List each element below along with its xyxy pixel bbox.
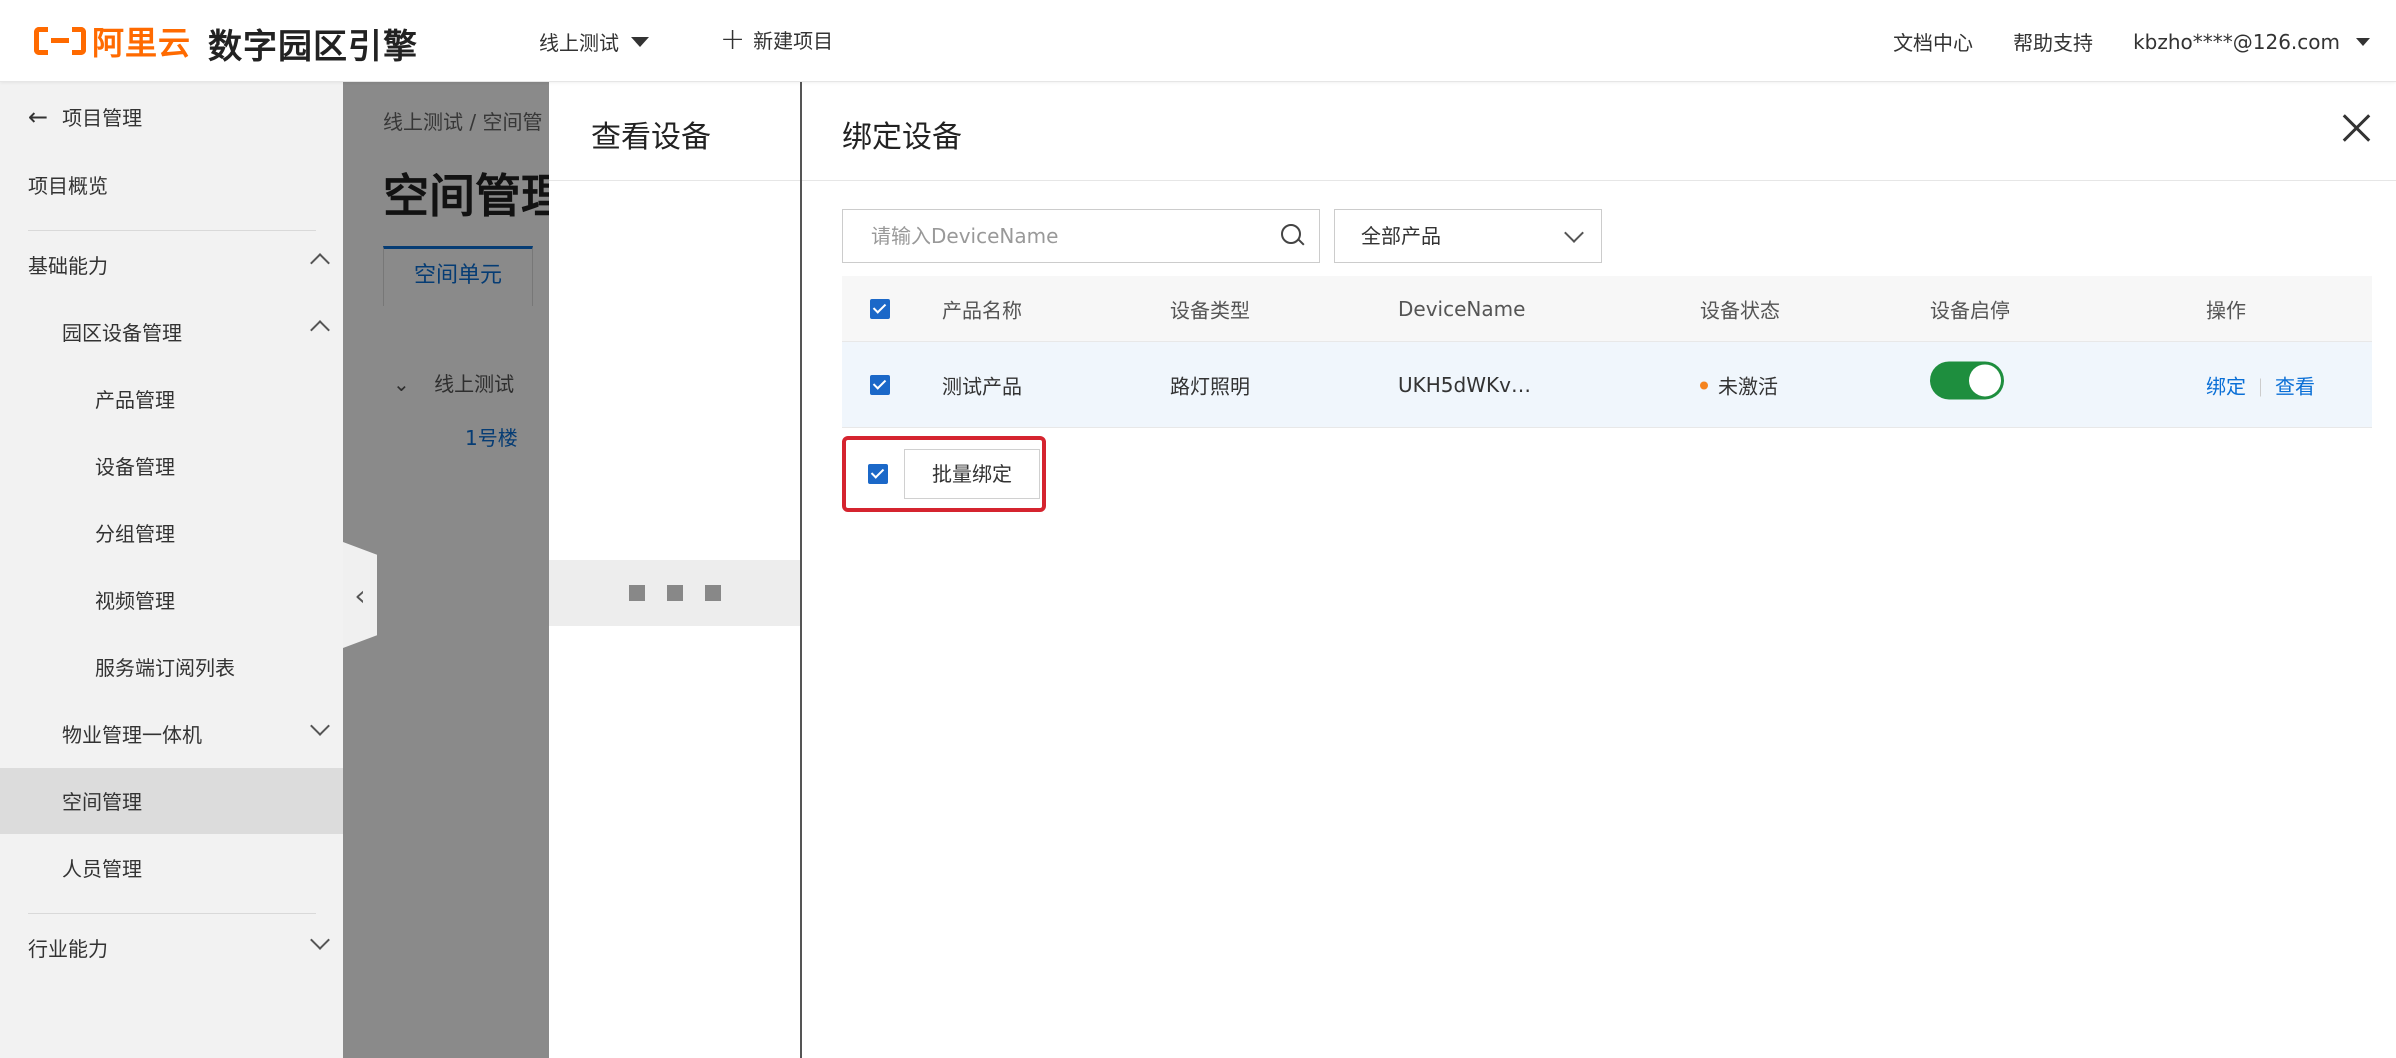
status-dot-icon	[1700, 381, 1708, 390]
product-filter-value: 全部产品	[1361, 224, 1441, 248]
status-label: 未激活	[1718, 374, 1778, 398]
device-enable-toggle[interactable]	[1930, 360, 2004, 399]
search-icon[interactable]	[1281, 224, 1305, 248]
sidebar-item-overview[interactable]: 项目概览	[28, 170, 108, 199]
sidebar-divider	[28, 913, 316, 914]
column-header: 操作	[2206, 298, 2246, 322]
aliyun-logo[interactable]: 阿里云	[34, 22, 191, 62]
back-to-projects[interactable]: ← 项目管理	[28, 102, 142, 131]
view-link[interactable]: 查看	[2275, 374, 2315, 398]
column-header: 设备类型	[1170, 298, 1250, 322]
plus-icon: +	[720, 21, 746, 57]
product-filter-select[interactable]: 全部产品	[1334, 209, 1602, 263]
sidebar-divider	[28, 230, 316, 231]
chevron-down-icon	[310, 930, 330, 950]
device-status-cell: 未激活	[1700, 370, 1778, 399]
caret-down-icon[interactable]	[2356, 37, 2370, 46]
sidebar-group-label: 物业管理一体机	[62, 723, 202, 747]
arrow-left-icon: ←	[28, 102, 49, 131]
bind-link[interactable]: 绑定	[2206, 374, 2246, 398]
chevron-up-icon	[310, 320, 330, 340]
user-account-menu[interactable]: kbzho****@126.com	[2133, 30, 2340, 54]
table-header: 产品名称 设备类型 DeviceName 设备状态 设备启停 操作	[842, 276, 2372, 342]
new-project-button[interactable]: + 新建项目	[720, 21, 834, 57]
sidebar-item-group[interactable]: 分组管理	[95, 518, 175, 547]
sidebar: ← 项目管理 项目概览 基础能力 园区设备管理 产品管理 设备管理 分组管理 视…	[0, 82, 343, 1058]
drawer-title: 查看设备	[591, 120, 711, 155]
batch-bind-button[interactable]: 批量绑定	[904, 449, 1040, 499]
column-header: 设备启停	[1930, 298, 2010, 322]
sidebar-group-label: 行业能力	[28, 937, 108, 961]
divider	[549, 180, 800, 181]
column-header: DeviceName	[1398, 296, 1526, 321]
view-devices-drawer: 查看设备	[549, 82, 800, 1058]
logo-text: 阿里云	[92, 24, 192, 62]
batch-select-checkbox[interactable]	[868, 464, 888, 484]
chevron-left-icon: ‹	[354, 578, 366, 612]
column-header: 产品名称	[942, 298, 1022, 322]
action-separator	[2260, 378, 2261, 397]
environment-select[interactable]: 线上测试	[539, 27, 649, 56]
sidebar-collapse-handle[interactable]: ‹	[343, 542, 377, 648]
sidebar-item-people[interactable]: 人员管理	[62, 853, 142, 882]
product-name-cell: 测试产品	[942, 374, 1022, 398]
device-type-cell: 路灯照明	[1170, 374, 1250, 398]
device-name-cell: UKH5dWKv…	[1398, 372, 1531, 397]
back-label: 项目管理	[62, 106, 143, 130]
column-header: 设备状态	[1700, 298, 1780, 322]
sidebar-group-label: 园区设备管理	[62, 321, 182, 345]
sidebar-item-space[interactable]: 空间管理	[62, 786, 142, 815]
loading-dot	[704, 585, 721, 601]
device-search	[842, 209, 1320, 263]
sidebar-group-industry[interactable]: 行业能力	[28, 930, 343, 962]
loading-dot	[628, 585, 645, 601]
environment-label: 线上测试	[539, 31, 619, 55]
row-checkbox[interactable]	[870, 375, 890, 395]
sidebar-group-property[interactable]: 物业管理一体机	[62, 716, 343, 748]
sidebar-group-basic[interactable]: 基础能力	[28, 250, 343, 279]
divider	[802, 180, 2396, 181]
loading-dot	[666, 585, 683, 601]
device-name-search-input[interactable]	[843, 210, 1263, 262]
new-project-label: 新建项目	[753, 29, 834, 53]
select-all-checkbox[interactable]	[870, 299, 890, 319]
chevron-down-icon	[1564, 223, 1584, 243]
sidebar-item-device[interactable]: 设备管理	[95, 451, 175, 480]
sidebar-item-server-subscription[interactable]: 服务端订阅列表	[95, 652, 235, 681]
close-icon[interactable]	[2340, 112, 2372, 144]
caret-down-icon	[631, 36, 649, 47]
chevron-down-icon	[310, 716, 330, 736]
sidebar-group-label: 基础能力	[28, 254, 108, 278]
drawer-title: 绑定设备	[842, 120, 962, 155]
table-row: 测试产品 路灯照明 UKH5dWKv… 未激活 绑定 查看	[842, 342, 2372, 428]
app-title: 数字园区引擎	[208, 27, 418, 67]
bind-devices-drawer: 绑定设备 全部产品 产品名称 设备类型 DeviceName 设备状态 设备启停…	[800, 82, 2396, 1058]
aliyun-logo-icon	[34, 23, 86, 59]
docs-link[interactable]: 文档中心	[1893, 27, 1973, 56]
help-link[interactable]: 帮助支持	[2013, 27, 2093, 56]
sidebar-item-video[interactable]: 视频管理	[95, 585, 175, 614]
row-actions: 绑定 查看	[2206, 370, 2315, 399]
loading-indicator	[549, 560, 800, 626]
sidebar-active-highlight	[0, 768, 343, 834]
sidebar-group-park-device[interactable]: 园区设备管理	[62, 317, 343, 346]
chevron-up-icon	[310, 253, 330, 273]
batch-bind-highlight: 批量绑定	[842, 436, 1046, 512]
top-bar: 阿里云 数字园区引擎 线上测试 + 新建项目 文档中心 帮助支持 kbzho**…	[0, 0, 2396, 82]
sidebar-item-product[interactable]: 产品管理	[95, 384, 175, 413]
